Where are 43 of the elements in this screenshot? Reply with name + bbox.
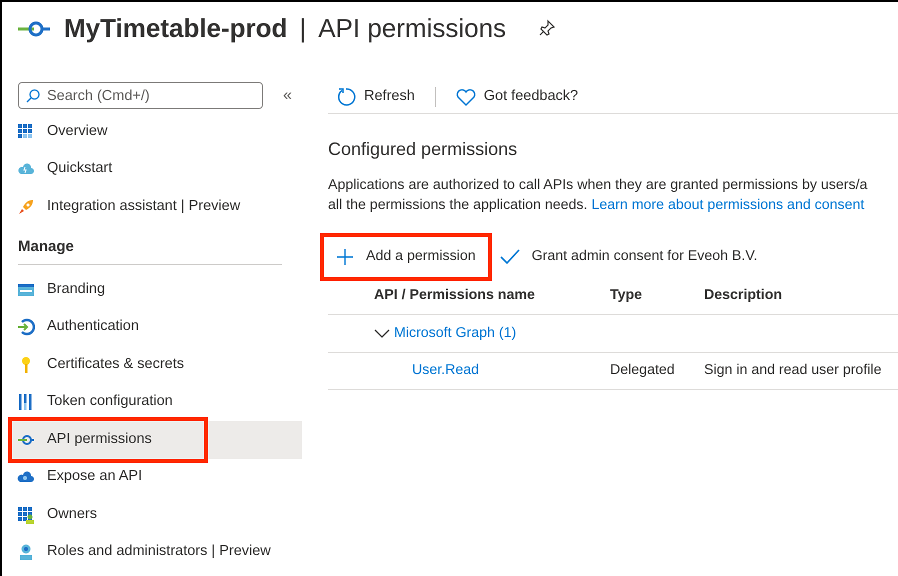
chevron-down-icon[interactable] — [374, 328, 390, 338]
description-text: Applications are authorized to call APIs when they are granted permissions by users/a — [328, 176, 868, 195]
api-group-link[interactable]: Microsoft Graph (1) — [394, 322, 516, 344]
arrow-circle-icon — [17, 318, 35, 336]
plus-icon — [336, 248, 354, 266]
learn-more-link[interactable]: Learn more about permissions and consent — [591, 195, 864, 215]
section-heading: Manage — [18, 236, 282, 265]
nav-item[interactable]: Owners — [8, 496, 302, 534]
action-button[interactable]: Add a permission — [328, 239, 484, 275]
app-name: MyTimetable-prod — [64, 12, 288, 44]
check-icon — [500, 249, 520, 265]
section-title: Configured permissions — [328, 138, 518, 161]
heart-icon — [456, 88, 476, 106]
grid-icon — [17, 122, 35, 141]
nav-item[interactable]: Branding — [8, 271, 302, 308]
nav-item[interactable]: Overview — [8, 113, 302, 150]
title-separator: | — [299, 12, 306, 44]
rocket-icon — [17, 198, 35, 216]
person-badge-icon — [17, 543, 35, 562]
toolbar-button[interactable]: Got feedback? — [448, 86, 586, 108]
description-text: all the permissions the application needs. — [328, 196, 588, 215]
nav-item[interactable]: Authentication — [8, 308, 302, 346]
nav-item[interactable]: Certificates & secrets — [8, 346, 302, 384]
nav-item[interactable]: Token configuration — [8, 384, 302, 421]
collapse-button[interactable]: « — [283, 84, 292, 108]
table-cell-text: Sign in and read user profile — [704, 361, 882, 380]
column-header: Type — [610, 286, 644, 305]
column-header: API / Permissions name — [373, 286, 536, 305]
permission-link[interactable]: User.Read — [328, 360, 610, 382]
nav-item[interactable]: Roles and administrators | Preview — [8, 534, 302, 571]
grid-person-icon — [17, 506, 35, 524]
toolbar-button[interactable]: Refresh — [328, 86, 423, 108]
nav-item[interactable]: Expose an API — [8, 458, 302, 496]
column-header: Description — [704, 286, 784, 305]
refresh-icon — [336, 86, 356, 106]
nav-item[interactable]: Integration assistant | Preview — [8, 188, 302, 226]
page-title: API permissions — [318, 12, 506, 44]
action-button[interactable]: Grant admin consent for Eveoh B.V. — [492, 239, 766, 275]
pin-icon[interactable] — [538, 19, 556, 37]
table-cell-text: Delegated — [610, 361, 676, 380]
search-field[interactable]: Search (Cmd+/) — [18, 82, 263, 109]
search-icon — [26, 89, 40, 103]
nav-item[interactable]: Quickstart — [8, 150, 302, 188]
